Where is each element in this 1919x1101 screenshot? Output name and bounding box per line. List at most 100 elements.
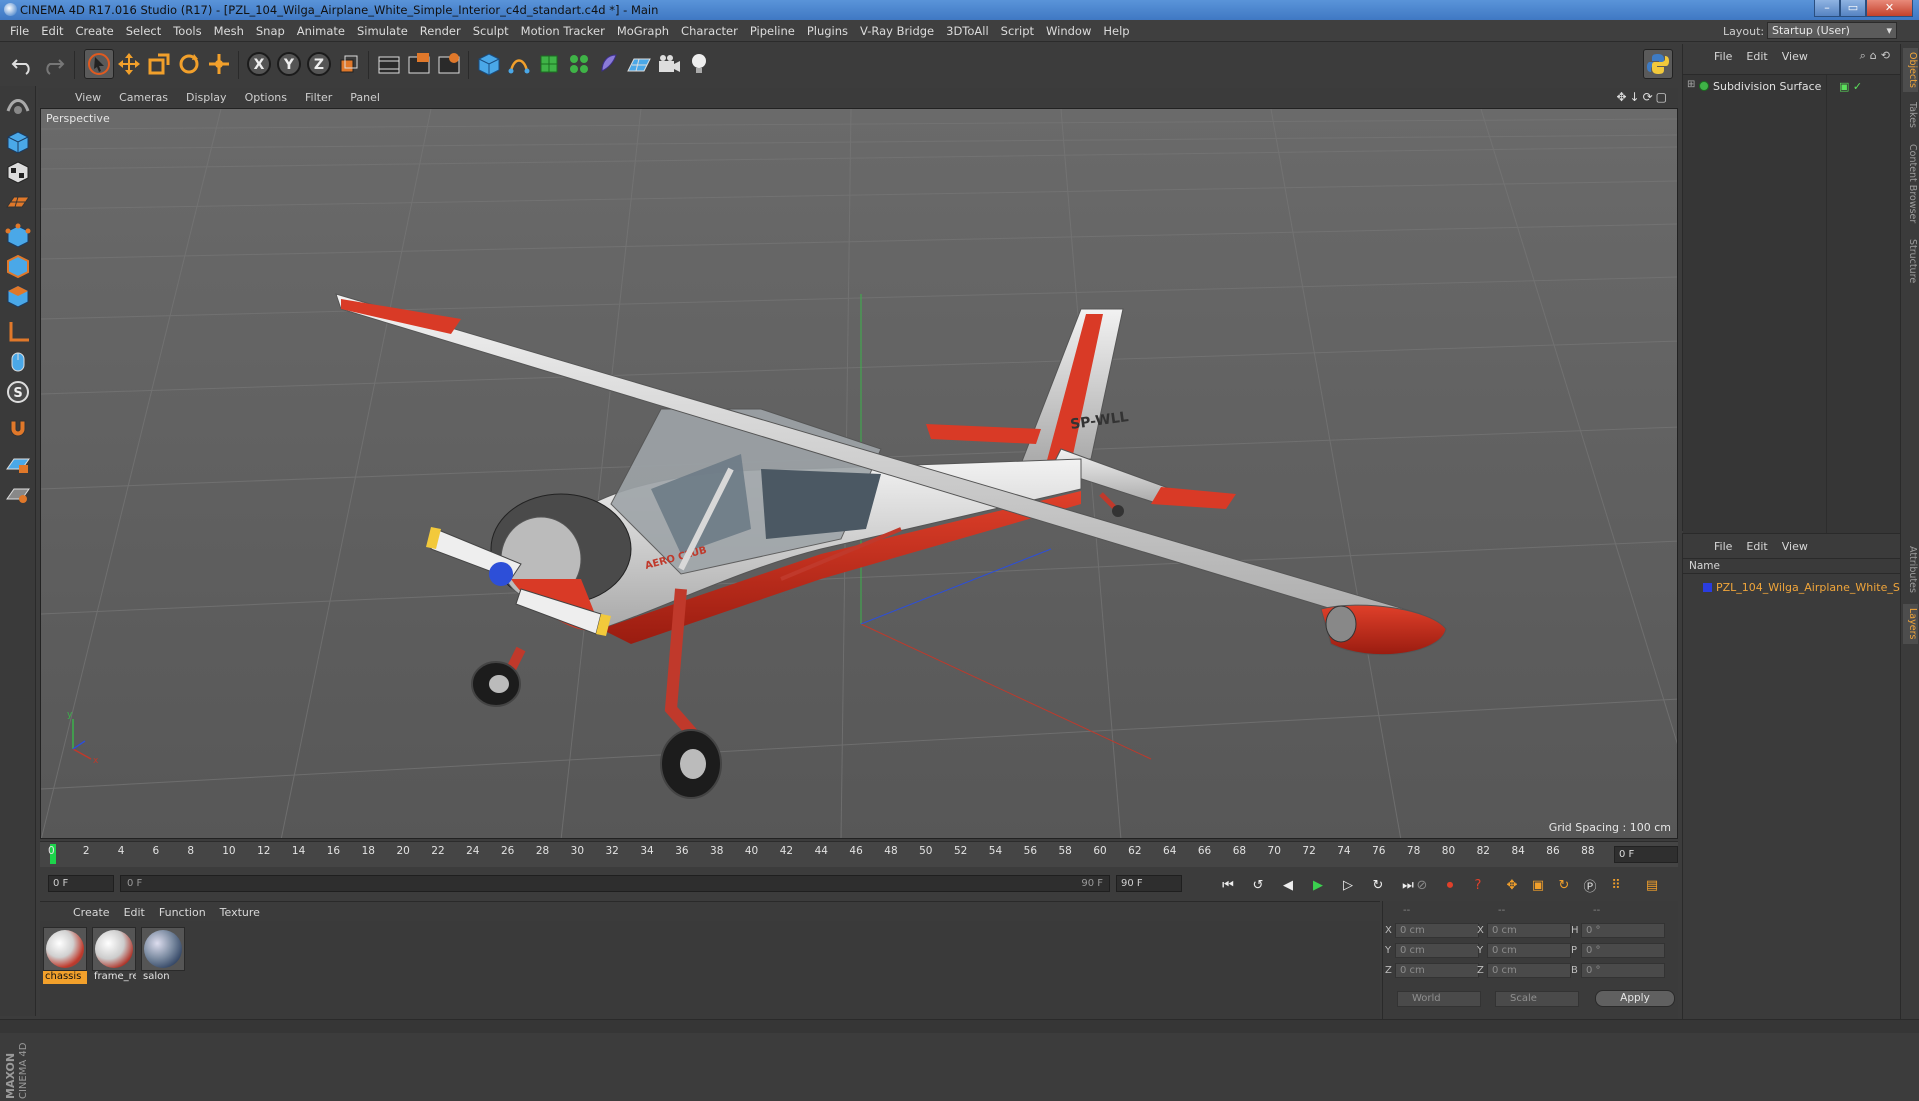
- object-menu-view[interactable]: View: [1775, 50, 1815, 63]
- menu-snap[interactable]: Snap: [250, 24, 291, 38]
- menu-render[interactable]: Render: [414, 24, 467, 38]
- key-pla-icon[interactable]: ⠿: [1604, 874, 1628, 896]
- menu-tools[interactable]: Tools: [167, 24, 207, 38]
- autokeying-icon[interactable]: ⏺: [1438, 874, 1462, 896]
- z-axis-icon[interactable]: Z: [304, 49, 334, 79]
- previous-frame-icon[interactable]: ◀: [1276, 874, 1300, 896]
- layer-row[interactable]: PZL_104_Wilga_Airplane_White_Si: [1689, 581, 1901, 597]
- menu-file[interactable]: File: [4, 24, 35, 38]
- viewport-menu-view[interactable]: View: [66, 91, 110, 104]
- play-icon[interactable]: ▶: [1306, 874, 1330, 896]
- material-menu-edit[interactable]: Edit: [117, 906, 152, 919]
- texture-mode-icon[interactable]: [4, 158, 32, 186]
- python-icon[interactable]: [1643, 49, 1673, 79]
- minimize-button[interactable]: –: [1814, 0, 1840, 17]
- menu-help[interactable]: Help: [1097, 24, 1135, 38]
- object-menu-file[interactable]: File: [1707, 50, 1739, 63]
- viewport-menu-cameras[interactable]: Cameras: [110, 91, 177, 104]
- menu-select[interactable]: Select: [120, 24, 167, 38]
- points-mode-icon[interactable]: [4, 222, 32, 250]
- layer-menu-view[interactable]: View: [1775, 540, 1815, 553]
- menu-mograph[interactable]: MoGraph: [611, 24, 675, 38]
- tab-objects[interactable]: Objects: [1903, 48, 1918, 92]
- coordinate-value-field[interactable]: 0 cm: [1395, 963, 1479, 978]
- layer-menu-edit[interactable]: Edit: [1739, 540, 1774, 553]
- tab-layers[interactable]: Layers: [1903, 604, 1918, 644]
- tab-content-browser[interactable]: Content Browser: [1903, 144, 1918, 224]
- menu-window[interactable]: Window: [1040, 24, 1097, 38]
- menu-create[interactable]: Create: [70, 24, 120, 38]
- key-parameter-icon[interactable]: Ⓟ: [1578, 874, 1602, 896]
- rotate-icon[interactable]: [174, 49, 204, 79]
- coordinate-value-field[interactable]: 0 cm: [1487, 943, 1571, 958]
- record-keys-icon[interactable]: ⊘: [1410, 874, 1434, 896]
- render-picture-viewer-icon[interactable]: [404, 49, 434, 79]
- polygons-mode-icon[interactable]: [4, 282, 32, 310]
- object-subdivision-surface[interactable]: ⊞ Subdivision Surface ▣ ✓: [1687, 79, 1897, 95]
- layer-color-swatch[interactable]: [1703, 583, 1712, 592]
- previous-key-icon[interactable]: ↺: [1246, 874, 1270, 896]
- layer-menu-file[interactable]: File: [1707, 540, 1739, 553]
- material-chassis[interactable]: chassis: [43, 927, 87, 984]
- y-axis-icon[interactable]: Y: [274, 49, 304, 79]
- subdivision-icon[interactable]: [534, 49, 564, 79]
- edit-render-settings-icon[interactable]: [434, 49, 464, 79]
- timeline-ruler[interactable]: 0 2 4 6 8 10 12 14 16 18 20 22 24 26 28 30 32 34 36 38 40 42 4…: [40, 841, 1678, 867]
- cube-icon[interactable]: [474, 49, 504, 79]
- scale-icon[interactable]: [144, 49, 174, 79]
- key-position-icon[interactable]: ✥: [1500, 874, 1524, 896]
- tweak-mode-icon[interactable]: [4, 348, 32, 376]
- start-frame-field[interactable]: 0 F: [48, 875, 114, 892]
- key-rotation-icon[interactable]: ↻: [1552, 874, 1576, 896]
- magnet-icon[interactable]: [4, 414, 32, 442]
- coordinate-value-field[interactable]: 0 cm: [1487, 923, 1571, 938]
- snapping-icon[interactable]: S: [4, 378, 32, 406]
- undo-icon[interactable]: [8, 49, 38, 79]
- key-scale-icon[interactable]: ▣: [1526, 874, 1550, 896]
- object-manager-search-icon[interactable]: ⌕⌂⟲: [1860, 49, 1894, 63]
- menu-v-ray-bridge[interactable]: V-Ray Bridge: [854, 24, 940, 38]
- live-selection-icon[interactable]: [84, 49, 114, 79]
- coordinate-system-icon[interactable]: [334, 49, 364, 79]
- menu-3dtoall[interactable]: 3DToAll: [940, 24, 995, 38]
- maximize-button[interactable]: ▭: [1840, 0, 1866, 17]
- object-menu-edit[interactable]: Edit: [1739, 50, 1774, 63]
- tab-structure[interactable]: Structure: [1903, 236, 1918, 286]
- material-salon[interactable]: salon: [141, 927, 185, 984]
- menu-simulate[interactable]: Simulate: [351, 24, 414, 38]
- menu-character[interactable]: Character: [675, 24, 744, 38]
- deformer-icon[interactable]: [594, 49, 624, 79]
- coordinate-value-field[interactable]: 0 °: [1581, 963, 1665, 978]
- coordinate-value-field[interactable]: 0 cm: [1395, 923, 1479, 938]
- coordinate-value-field[interactable]: 0 cm: [1395, 943, 1479, 958]
- menu-plugins[interactable]: Plugins: [801, 24, 854, 38]
- edges-mode-icon[interactable]: [4, 252, 32, 280]
- expand-icon[interactable]: ⊞: [1687, 79, 1695, 90]
- current-frame-field[interactable]: 0 F: [1614, 846, 1678, 863]
- menu-script[interactable]: Script: [995, 24, 1040, 38]
- axis-mode-icon[interactable]: [4, 318, 32, 346]
- render-view-icon[interactable]: [374, 49, 404, 79]
- object-enabled-check-icon[interactable]: ▣ ✓: [1839, 80, 1862, 93]
- move-icon[interactable]: [114, 49, 144, 79]
- viewport-menu-filter[interactable]: Filter: [296, 91, 341, 104]
- next-key-icon[interactable]: ↻: [1366, 874, 1390, 896]
- material-menu-function[interactable]: Function: [152, 906, 213, 919]
- material-frame-re[interactable]: frame_re: [92, 927, 136, 984]
- apply-button[interactable]: Apply: [1595, 990, 1675, 1007]
- go-to-start-icon[interactable]: ⏮: [1216, 874, 1240, 896]
- camera-icon[interactable]: [654, 49, 684, 79]
- viewport-menu-display[interactable]: Display: [177, 91, 236, 104]
- keyframe-selection-icon[interactable]: ?: [1466, 874, 1490, 896]
- coordinate-space-dropdown[interactable]: World: [1397, 991, 1481, 1007]
- transform-icon[interactable]: [204, 49, 234, 79]
- coordinate-value-field[interactable]: 0 cm: [1487, 963, 1571, 978]
- timeline-window-icon[interactable]: ▤: [1640, 874, 1664, 896]
- light-icon[interactable]: [684, 49, 714, 79]
- workplane-mode-icon[interactable]: [4, 188, 32, 216]
- close-button[interactable]: ✕: [1866, 0, 1913, 17]
- menu-animate[interactable]: Animate: [291, 24, 351, 38]
- material-menu-texture[interactable]: Texture: [213, 906, 267, 919]
- viewport-menu-panel[interactable]: Panel: [341, 91, 389, 104]
- coordinate-value-field[interactable]: 0 °: [1581, 923, 1665, 938]
